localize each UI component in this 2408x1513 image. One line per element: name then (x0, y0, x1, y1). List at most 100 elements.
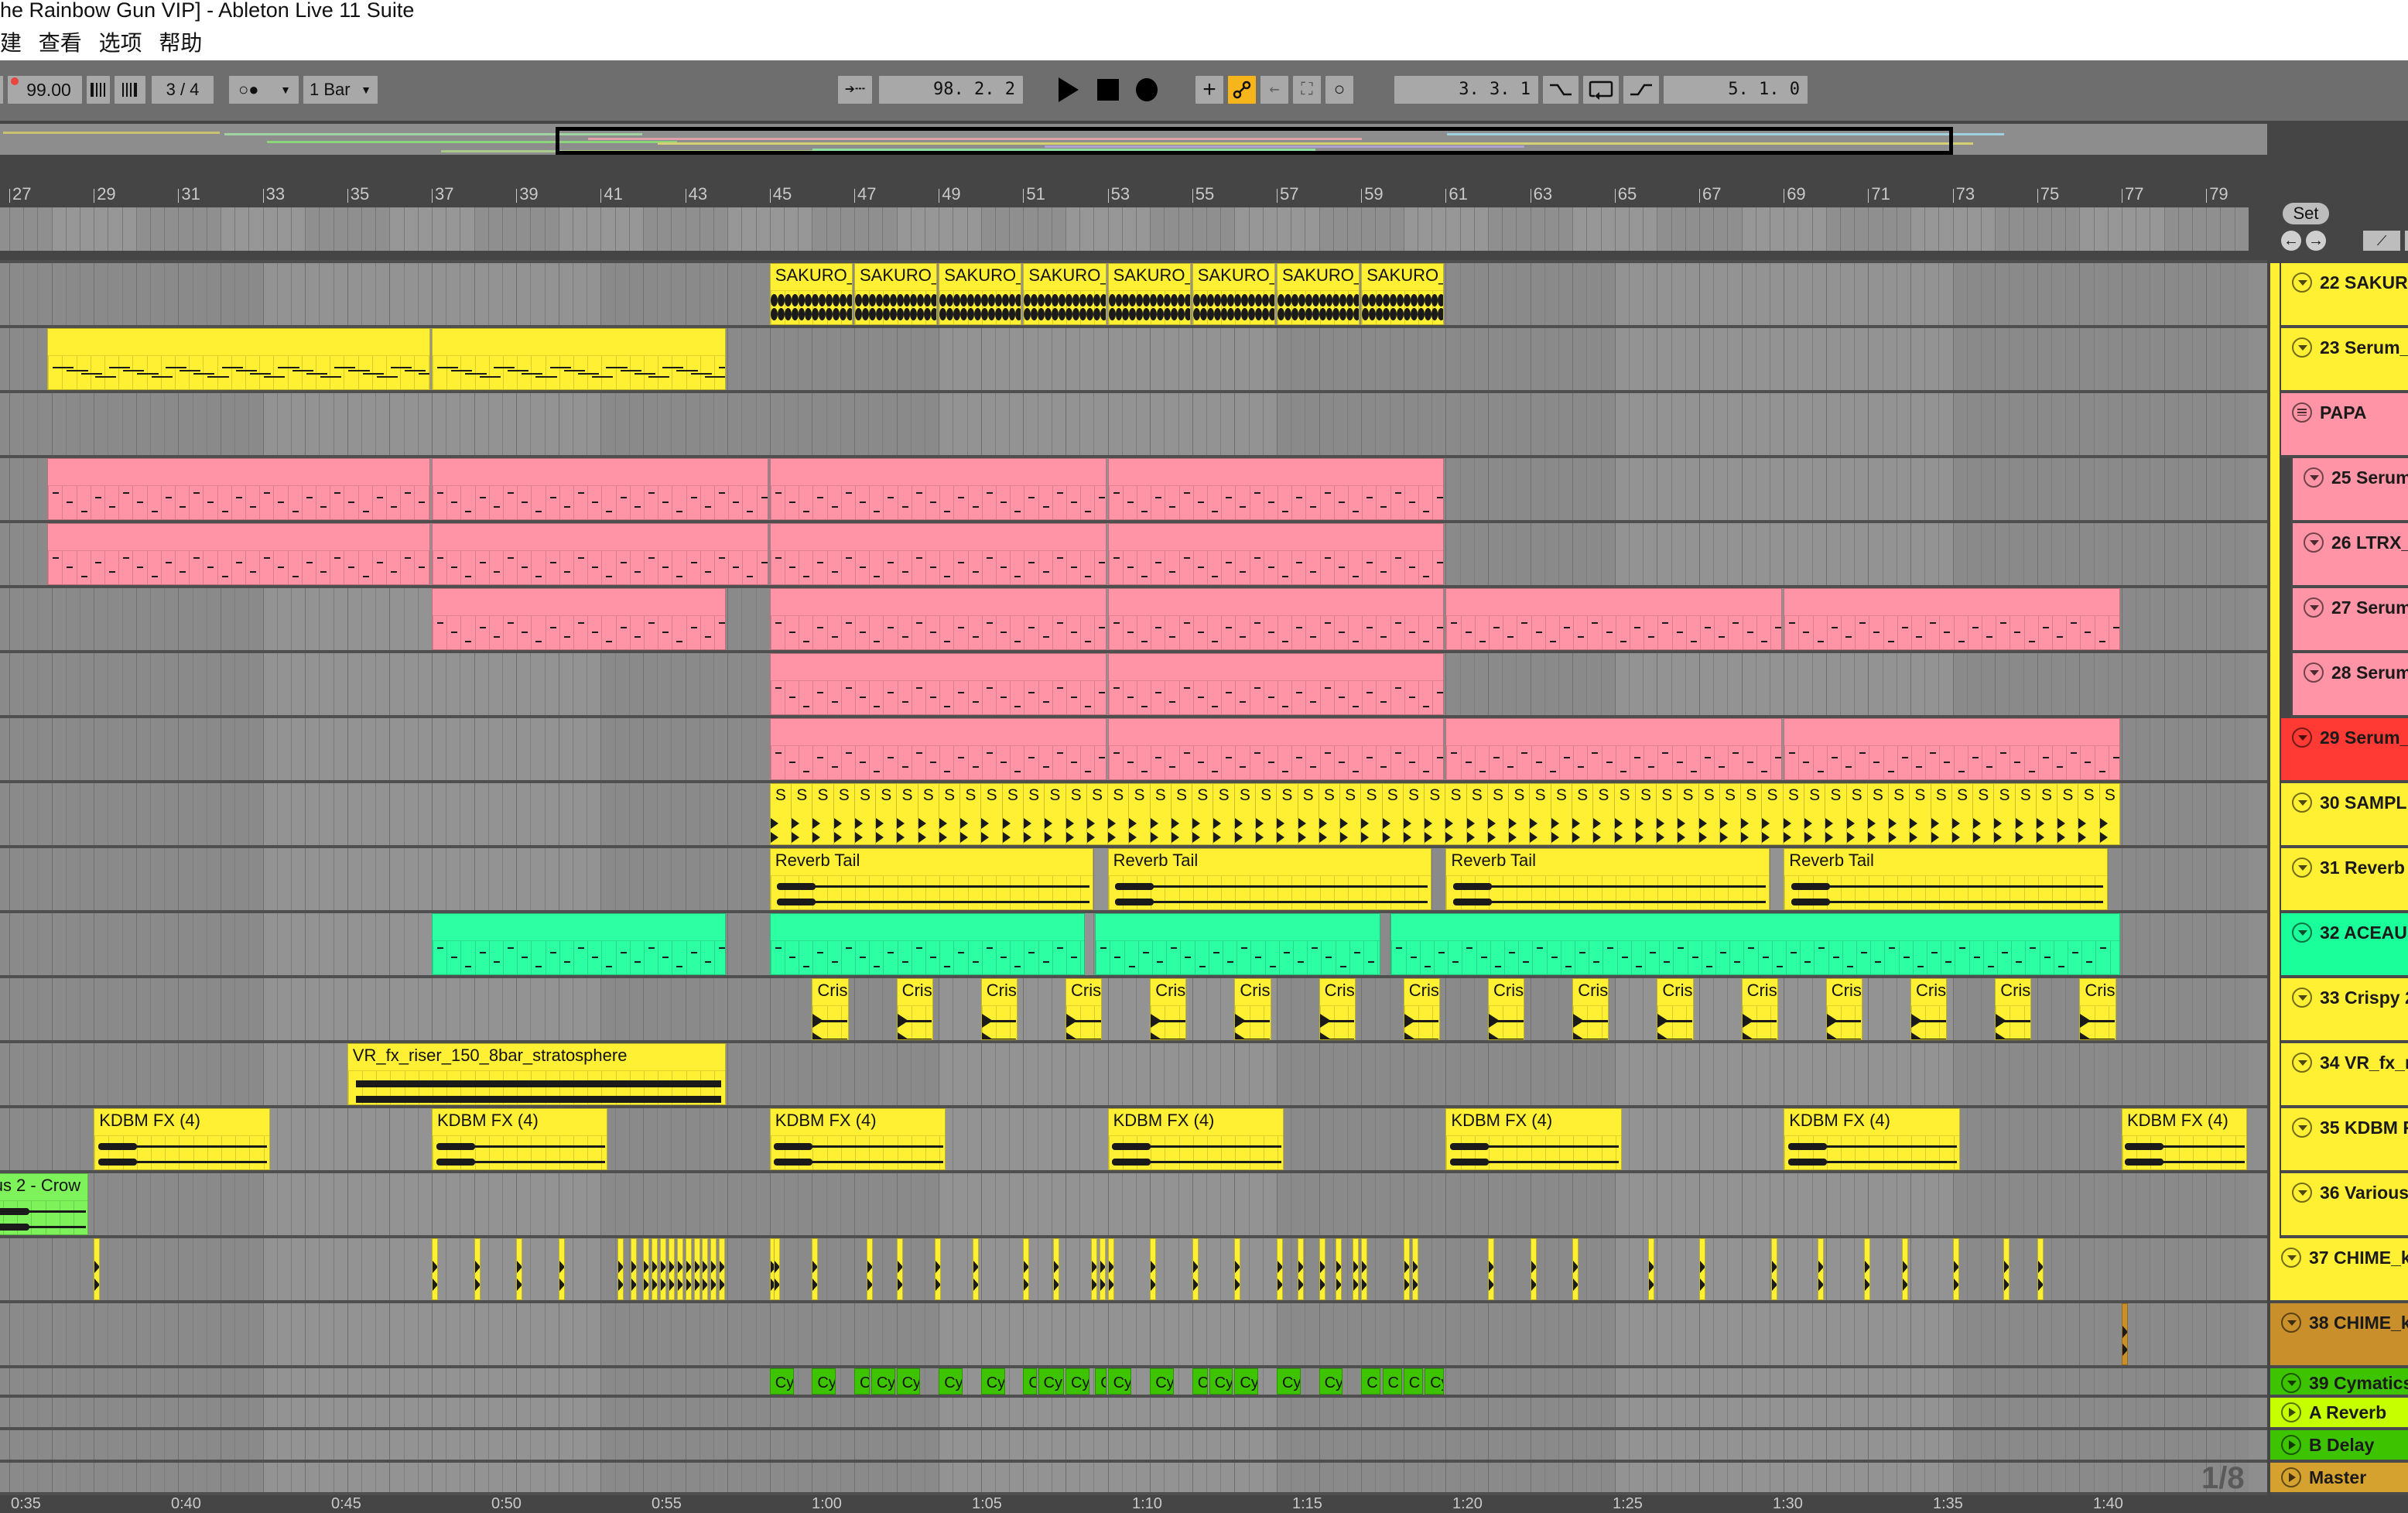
chime-clip[interactable] (1319, 1238, 1325, 1300)
track-header[interactable]: 34 VR_fx_ri (2281, 1043, 2408, 1108)
arrangement-position-field[interactable]: 98. 2. 2 (879, 76, 1023, 104)
track-lane[interactable] (0, 588, 2267, 650)
clip[interactable]: Reverb Tail (1784, 848, 2108, 910)
clip[interactable] (769, 913, 1086, 975)
stop-button[interactable] (1094, 76, 1122, 104)
quantize-menu[interactable]: 1 Bar ▼ (303, 76, 378, 104)
track-lane[interactable]: us 2 - Crow (0, 1173, 2267, 1235)
track-lane[interactable] (0, 1463, 2267, 1492)
chime-clip[interactable] (668, 1238, 675, 1300)
automation-arm-button[interactable] (1228, 76, 1256, 104)
clip[interactable]: Cris (1150, 978, 1187, 1040)
chime-clip[interactable] (643, 1238, 649, 1300)
track-lane[interactable] (0, 1430, 2267, 1460)
clip[interactable]: Cris (1234, 978, 1271, 1040)
clip[interactable] (432, 588, 727, 650)
chime-clip[interactable] (1648, 1238, 1655, 1300)
fold-track-icon[interactable] (2292, 272, 2312, 293)
chime-clip[interactable] (1150, 1238, 1157, 1300)
clip[interactable]: us 2 - Crow (0, 1173, 88, 1235)
menu-item-create[interactable]: 建 (0, 31, 22, 55)
chime-clip[interactable] (1411, 1238, 1418, 1300)
next-locator-button[interactable]: → (2306, 231, 2326, 251)
chime-clip[interactable] (2122, 1303, 2128, 1365)
fold-track-icon[interactable] (2304, 662, 2324, 683)
chime-clip[interactable] (1572, 1238, 1579, 1300)
chime-clip[interactable] (702, 1238, 709, 1300)
clip[interactable]: SAKURO_ (1192, 263, 1275, 325)
clip[interactable]: Cy (1319, 1368, 1343, 1395)
track-header[interactable]: 23 Serum_x (2281, 328, 2408, 393)
track-header[interactable]: 22 SAKURO (2281, 263, 2408, 328)
clip[interactable] (1107, 653, 1445, 715)
clip[interactable]: VR_fx_riser_150_8bar_stratosphere (347, 1043, 727, 1105)
clip[interactable]: SAKURO_ (1361, 263, 1445, 325)
clip[interactable]: Cy (1234, 1368, 1259, 1395)
track-header[interactable]: B Delay (2270, 1430, 2408, 1463)
clip[interactable] (1784, 588, 2120, 650)
menu-item-options[interactable]: 选项 (99, 31, 142, 55)
track-header[interactable]: 26 LTRX_h (2290, 523, 2408, 588)
track-lane[interactable]: Cris Cris Cris Cris Cris Cris Cris Cris Cris Cris… (0, 978, 2267, 1040)
chime-clip[interactable] (1902, 1238, 1909, 1300)
chime-clip[interactable] (774, 1238, 781, 1300)
track-lane[interactable] (0, 1303, 2267, 1365)
clip[interactable]: KDBM FX (4) (1784, 1108, 1960, 1170)
chime-clip[interactable] (1023, 1238, 1030, 1300)
clip[interactable]: C (1095, 1368, 1107, 1395)
chime-clip[interactable] (2003, 1238, 2010, 1300)
chime-clip[interactable] (617, 1238, 624, 1300)
chime-clip[interactable] (94, 1238, 101, 1300)
clip[interactable]: Cris (812, 978, 849, 1040)
chime-clip[interactable] (1052, 1238, 1059, 1300)
capture-midi-button[interactable]: ⛶ (1293, 76, 1321, 104)
track-lane[interactable] (0, 1398, 2267, 1427)
clip[interactable]: Cris (1488, 978, 1525, 1040)
clip[interactable]: Cy (1065, 1368, 1089, 1395)
clip[interactable]: C (1403, 1368, 1424, 1395)
clip[interactable]: Cy (1209, 1368, 1233, 1395)
play-button[interactable] (1054, 76, 1082, 104)
tap-tempo-edge[interactable] (0, 76, 3, 104)
group-fold-icon[interactable] (2292, 402, 2312, 423)
clip[interactable] (769, 718, 1107, 780)
clip[interactable]: Cy (1425, 1368, 1445, 1395)
punch-in-button[interactable] (1543, 76, 1579, 104)
track-header[interactable]: 28 Serum_ (2290, 653, 2408, 718)
track-header[interactable]: 27 Serum_ (2290, 588, 2408, 653)
clip[interactable]: KDBM FX (4) (94, 1108, 270, 1170)
fold-track-icon[interactable] (2281, 1373, 2301, 1393)
time-signature-field[interactable]: 3 / 4 (152, 76, 214, 104)
clip[interactable]: SSSSSSSSSSSSSSSSSSSSSSSSSSSSSSSSSSSSSSSS… (769, 783, 2120, 845)
chime-clip[interactable] (1353, 1238, 1360, 1300)
menu-item-view[interactable]: 查看 (39, 31, 82, 55)
chime-clip[interactable] (630, 1238, 637, 1300)
clip[interactable] (1107, 588, 1445, 650)
re-enable-automation-button[interactable]: ← (1260, 76, 1288, 104)
chime-clip[interactable] (1090, 1238, 1097, 1300)
follow-button[interactable]: ➔┄ (838, 76, 872, 104)
track-header[interactable]: 35 KDBM FX (2281, 1108, 2408, 1173)
track-lane[interactable]: Reverb Tail Reverb Tail Reverb Tail Reverb … (0, 848, 2267, 910)
loop-switch-button[interactable] (1583, 76, 1619, 104)
chime-clip[interactable] (1403, 1238, 1410, 1300)
track-header[interactable]: A Reverb (2270, 1398, 2408, 1430)
chime-clip[interactable] (1770, 1238, 1777, 1300)
clip[interactable]: SAKURO_ (939, 263, 1022, 325)
track-lane[interactable]: SSSSSSSSSSSSSSSSSSSSSSSSSSSSSSSSSSSSSSSS… (0, 783, 2267, 845)
clip[interactable]: Reverb Tail (769, 848, 1094, 910)
track-header[interactable]: 25 Serum_ (2290, 458, 2408, 523)
track-header[interactable]: PAPA (2281, 393, 2408, 458)
fold-track-icon[interactable] (2304, 467, 2324, 488)
fold-track-icon[interactable] (2292, 988, 2312, 1008)
chime-clip[interactable] (2037, 1238, 2044, 1300)
clip[interactable]: C (1361, 1368, 1381, 1395)
clip[interactable]: SAKURO_ (1107, 263, 1191, 325)
track-header[interactable]: 29 Serum_x (2281, 718, 2408, 783)
clip[interactable]: KDBM FX (4) (1107, 1108, 1284, 1170)
track-header[interactable]: 30 SAMPLIF (2281, 783, 2408, 848)
clip[interactable]: Cris (1319, 978, 1356, 1040)
clip[interactable] (432, 523, 768, 585)
clip[interactable] (769, 653, 1107, 715)
tempo-field[interactable]: 99.00 (8, 76, 82, 104)
